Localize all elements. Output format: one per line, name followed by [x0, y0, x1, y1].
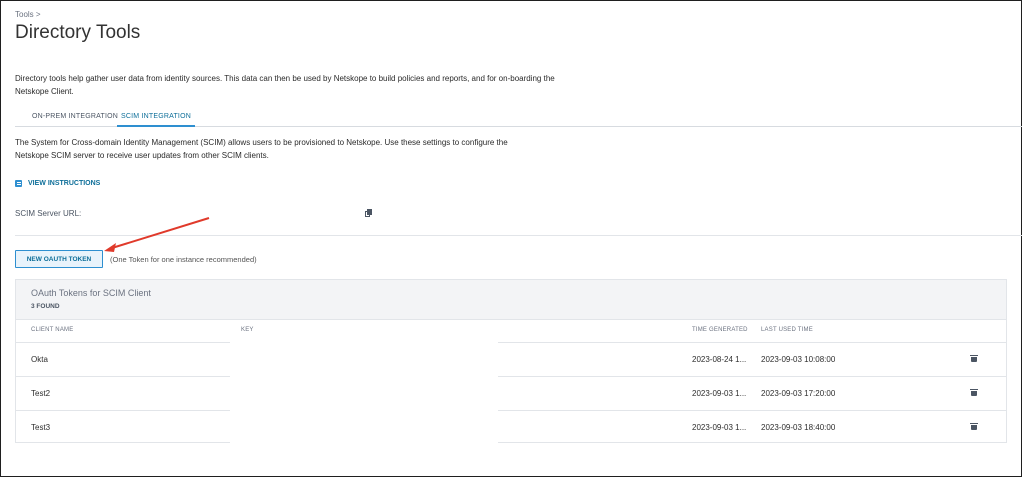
time-generated: 2023-09-03 1...	[692, 423, 747, 432]
client-name: Test2	[31, 389, 51, 398]
key-cell	[230, 342, 498, 376]
token-note: (One Token for one instance recommended)	[110, 255, 257, 264]
oauth-tokens-table: OAuth Tokens for SCIM Client 3 FOUND CLI…	[15, 279, 1007, 445]
last-used-time: 2023-09-03 17:20:00	[761, 389, 836, 398]
last-used-time: 2023-09-03 10:08:00	[761, 355, 836, 364]
trash-icon[interactable]	[970, 355, 978, 362]
col-key[interactable]: KEY	[241, 327, 254, 333]
time-generated: 2023-09-03 1...	[692, 389, 747, 398]
trash-icon[interactable]	[970, 389, 978, 396]
doc-icon	[15, 180, 22, 187]
table-count: 3 FOUND	[31, 303, 60, 310]
table-row: Test2 2023-09-03 1... 2023-09-03 17:20:0…	[16, 376, 1006, 411]
new-oauth-token-button[interactable]: NEW OAUTH TOKEN	[15, 250, 103, 268]
client-name: Test3	[31, 423, 51, 432]
section-divider	[15, 235, 1022, 236]
table-title: OAuth Tokens for SCIM Client	[31, 288, 151, 298]
client-name: Okta	[31, 355, 48, 364]
copy-icon[interactable]	[365, 209, 372, 217]
page-description: Directory tools help gather user data fr…	[15, 74, 555, 96]
col-last-used-time[interactable]: LAST USED TIME	[761, 327, 813, 333]
col-time-generated[interactable]: TIME GENERATED	[692, 327, 748, 333]
key-cell	[230, 410, 498, 444]
tab-on-prem-integration[interactable]: ON-PREM INTEGRATION	[25, 107, 125, 125]
scim-description: The System for Cross-domain Identity Man…	[15, 138, 508, 160]
scim-server-url-label: SCIM Server URL:	[15, 209, 82, 218]
last-used-time: 2023-09-03 18:40:00	[761, 423, 836, 432]
view-instructions-link[interactable]: VIEW INSTRUCTIONS	[15, 180, 100, 187]
view-instructions-label: VIEW INSTRUCTIONS	[28, 180, 101, 187]
table-row: Test3 2023-09-03 1... 2023-09-03 18:40:0…	[16, 410, 1006, 445]
page-title: Directory Tools	[15, 22, 141, 43]
trash-icon[interactable]	[970, 423, 978, 430]
key-cell	[230, 376, 498, 410]
tab-bar: ON-PREM INTEGRATION SCIM INTEGRATION	[15, 107, 1022, 127]
table-header-panel: OAuth Tokens for SCIM Client 3 FOUND	[16, 280, 1006, 320]
breadcrumb[interactable]: Tools >	[15, 10, 41, 19]
time-generated: 2023-08-24 1...	[692, 355, 747, 364]
col-client-name[interactable]: CLIENT NAME	[31, 327, 73, 333]
table-row: Okta 2023-08-24 1... 2023-09-03 10:08:00	[16, 342, 1006, 377]
tab-scim-integration[interactable]: SCIM INTEGRATION	[117, 107, 195, 127]
